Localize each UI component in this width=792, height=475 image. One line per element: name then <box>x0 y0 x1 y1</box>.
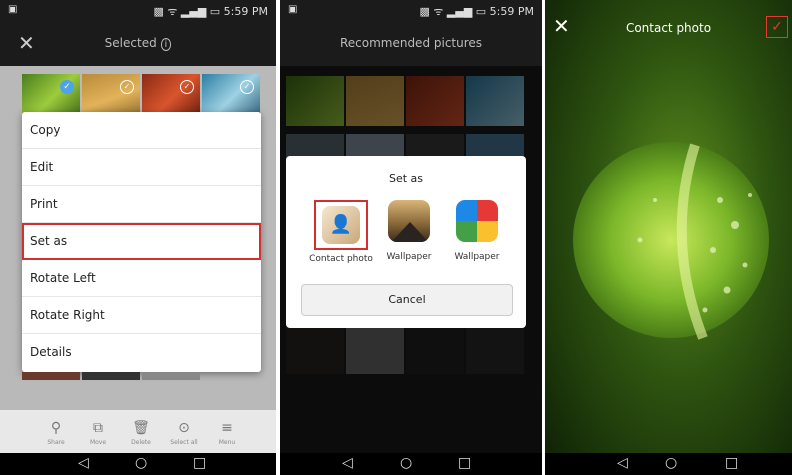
check-icon: ✓ <box>120 80 134 94</box>
top-bar: ✕ Contact photo ✓ <box>545 10 792 54</box>
menu-item-details[interactable]: Details <box>22 334 261 371</box>
contact-photo-crop-screen: ✕ Contact photo ✓ ◁ ○ □ <box>545 0 792 475</box>
wallpaper-pinwheel-icon <box>456 200 498 242</box>
recents-icon[interactable]: □ <box>193 455 206 471</box>
cancel-button[interactable]: Cancel <box>301 284 513 316</box>
nav-bar: ◁ ○ □ <box>280 453 542 475</box>
menu-icon: ≡ <box>221 420 233 436</box>
menu-item-print[interactable]: Print <box>22 186 261 223</box>
back-icon[interactable]: ◁ <box>617 455 628 471</box>
bottom-action-bar: ⚲ Share ⧉ Move 🗑 Delete ⊙ Select all ≡ Menu <box>0 410 276 455</box>
page-title: Recommended pictures <box>339 36 483 50</box>
notification-icon: ▣ <box>8 4 18 15</box>
move-label: Move <box>89 439 107 446</box>
recents-icon[interactable]: □ <box>725 455 738 471</box>
nav-bar: ◁ ○ □ <box>0 453 276 475</box>
share-button[interactable]: ⚲ Share <box>36 420 76 446</box>
set-as-dialog: Set as 👤 Contact photo Wallpaper Wallpap… <box>286 156 526 328</box>
home-icon[interactable]: ○ <box>135 455 147 471</box>
photo-thumbnail[interactable] <box>82 372 140 380</box>
notification-icon: ▣ <box>288 4 298 15</box>
check-icon: ✓ <box>240 80 254 94</box>
status-bar: ▣ ▩ ᯤ ▂▄▆ ▭ 5:59 PM <box>280 0 542 22</box>
menu-button[interactable]: ≡ Menu <box>207 420 247 446</box>
wallpaper-icon <box>388 200 430 242</box>
delete-label: Delete <box>131 439 151 446</box>
select-all-icon: ⊙ <box>178 420 190 436</box>
status-indicators: ▩ ᯤ ▂▄▆ ▭ 5:59 PM <box>153 5 268 18</box>
recents-icon[interactable]: □ <box>458 455 471 471</box>
option-label: Wallpaper <box>386 252 432 262</box>
top-bar: ✕ Selected i <box>0 22 276 66</box>
home-icon[interactable]: ○ <box>665 455 677 471</box>
menu-item-copy[interactable]: Copy <box>22 112 261 149</box>
status-indicators: ▩ ᯤ ▂▄▆ ▭ 5:59 PM <box>419 5 534 18</box>
page-title: Selected <box>104 36 157 50</box>
option-wallpaper[interactable]: Wallpaper <box>372 200 446 262</box>
option-label: Contact photo <box>309 254 373 264</box>
photo-thumbnail[interactable] <box>22 372 80 380</box>
option-contact-photo[interactable]: 👤 Contact photo <box>304 200 378 264</box>
back-icon[interactable]: ◁ <box>78 455 89 471</box>
check-icon: ✓ <box>180 80 194 94</box>
select-all-button[interactable]: ⊙ Select all <box>164 420 204 446</box>
back-icon[interactable]: ◁ <box>342 455 353 471</box>
option-wallpaper-photos[interactable]: Wallpaper <box>440 200 514 262</box>
confirm-check-icon[interactable]: ✓ <box>766 16 788 38</box>
crop-preview <box>573 142 769 340</box>
info-icon[interactable]: i <box>160 38 172 51</box>
menu-item-rotate-left[interactable]: Rotate Left <box>22 260 261 297</box>
photo-thumbnail[interactable] <box>142 372 200 380</box>
delete-button[interactable]: 🗑 Delete <box>121 420 161 446</box>
home-icon[interactable]: ○ <box>400 455 412 471</box>
move-icon: ⧉ <box>93 420 103 436</box>
contact-photo-icon: 👤 <box>314 200 368 250</box>
menu-label: Menu <box>218 439 236 446</box>
status-bar: ▣ ▩ ᯤ ▂▄▆ ▭ 5:59 PM <box>0 0 276 22</box>
share-label: Share <box>47 439 65 446</box>
status-time: 5:59 PM <box>223 5 268 18</box>
select-all-label: Select all <box>170 439 198 446</box>
option-label: Wallpaper <box>454 252 500 262</box>
set-as-dialog-screen: ▣ ▩ ᯤ ▂▄▆ ▭ 5:59 PM Recommended pictures… <box>280 0 542 475</box>
dialog-title: Set as <box>388 172 424 185</box>
menu-item-set-as[interactable]: Set as <box>22 223 261 260</box>
menu-item-rotate-right[interactable]: Rotate Right <box>22 297 261 334</box>
page-title: Contact photo <box>625 21 712 35</box>
nav-bar: ◁ ○ □ <box>545 453 792 475</box>
check-icon: ✓ <box>60 80 74 94</box>
gallery-selection-screen: ▣ ▩ ᯤ ▂▄▆ ▭ 5:59 PM ✕ Selected i ✓ ✓ ✓ ✓… <box>0 0 276 475</box>
menu-item-edit[interactable]: Edit <box>22 149 261 186</box>
share-icon: ⚲ <box>50 420 62 436</box>
move-button[interactable]: ⧉ Move <box>78 420 118 446</box>
context-menu: Copy Edit Print Set as Rotate Left Rotat… <box>22 112 261 372</box>
delete-icon: 🗑 <box>132 420 150 436</box>
top-bar: Recommended pictures <box>280 22 542 66</box>
status-time: 5:59 PM <box>489 5 534 18</box>
crop-circle[interactable] <box>573 142 769 338</box>
